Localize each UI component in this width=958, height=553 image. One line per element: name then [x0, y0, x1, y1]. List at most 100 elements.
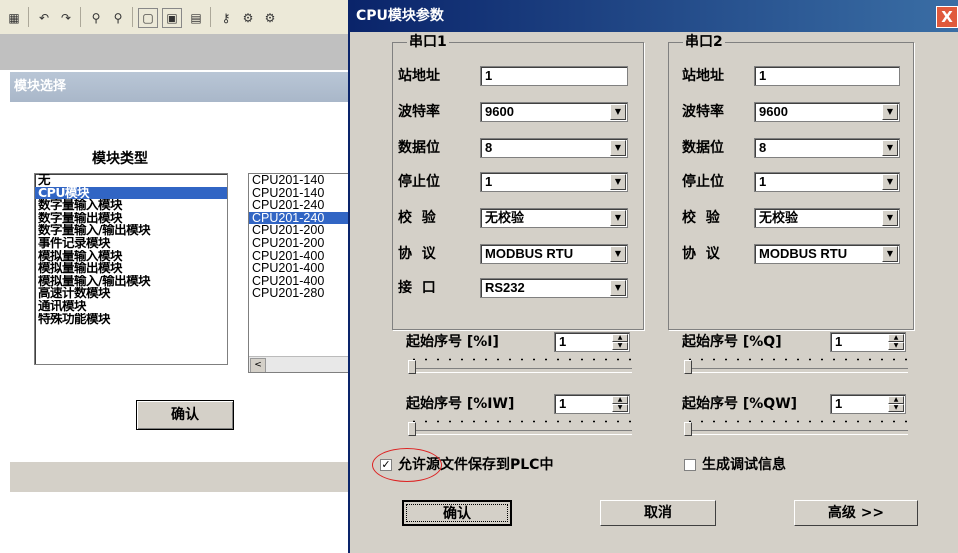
chevron-down-icon[interactable]: ▼: [882, 246, 898, 262]
start-qw-slider[interactable]: [684, 418, 908, 440]
list-item[interactable]: CPU201-200: [249, 237, 351, 250]
port2-parity-select[interactable]: 无校验 ▼: [754, 208, 900, 228]
start-i-spinner[interactable]: 1 ▲ ▼: [554, 332, 630, 352]
port1-station-label: 站地址: [398, 68, 440, 84]
port1-databits-select[interactable]: 8 ▼: [480, 138, 628, 158]
port1-parity-select[interactable]: 无校验 ▼: [480, 208, 628, 228]
chevron-down-icon[interactable]: ▼: [610, 280, 626, 296]
spin-up-icon[interactable]: ▲: [612, 396, 628, 404]
module-select-footer: [10, 462, 350, 492]
cancel-button[interactable]: 取消: [600, 500, 716, 526]
slider-thumb[interactable]: [684, 360, 692, 374]
module-confirm-button[interactable]: 确认: [136, 400, 234, 430]
list-item[interactable]: CPU201-140: [249, 174, 351, 187]
chevron-down-icon[interactable]: ▼: [882, 174, 898, 190]
port2-baud-select[interactable]: 9600 ▼: [754, 102, 900, 122]
spin-up-icon[interactable]: ▲: [888, 334, 904, 342]
toolbar-separator: [28, 7, 29, 27]
binoculars-icon[interactable]: ⚲: [86, 8, 106, 28]
port1-databits-label: 数据位: [398, 140, 440, 156]
start-iw-spinner[interactable]: 1 ▲ ▼: [554, 394, 630, 414]
port1-protocol-select[interactable]: MODBUS RTU ▼: [480, 244, 628, 264]
chevron-down-icon[interactable]: ▼: [610, 210, 626, 226]
port1-baud-value: 9600: [485, 104, 514, 119]
chevron-down-icon[interactable]: ▼: [610, 104, 626, 120]
list-item[interactable]: CPU模块: [35, 186, 227, 200]
chevron-down-icon[interactable]: ▼: [882, 140, 898, 156]
port2-legend: 串口2: [683, 34, 725, 50]
redo-icon[interactable]: ↷: [56, 8, 76, 28]
advanced-button[interactable]: 高级 >>: [794, 500, 918, 526]
start-qw-spinner[interactable]: 1 ▲ ▼: [830, 394, 906, 414]
chevron-down-icon[interactable]: ▼: [610, 246, 626, 262]
spin-up-icon[interactable]: ▲: [612, 334, 628, 342]
port2-protocol-value: MODBUS RTU: [759, 246, 848, 261]
port1-protocol-value: MODBUS RTU: [485, 246, 574, 261]
list-item[interactable]: 模拟量输入/输出模块: [35, 275, 227, 288]
list-item[interactable]: CPU201-280: [249, 287, 351, 300]
start-i-slider[interactable]: [408, 356, 632, 378]
tools2-icon[interactable]: ⚙: [260, 8, 280, 28]
spin-down-icon[interactable]: ▼: [612, 342, 628, 350]
horizontal-scrollbar[interactable]: <: [249, 356, 351, 372]
slider-thumb[interactable]: [408, 360, 416, 374]
port2-protocol-select[interactable]: MODBUS RTU ▼: [754, 244, 900, 264]
chevron-down-icon[interactable]: ▼: [882, 104, 898, 120]
port1-station-input[interactable]: 1: [480, 66, 628, 86]
window-icon[interactable]: ▢: [138, 8, 158, 28]
list-item[interactable]: 无: [35, 174, 227, 187]
search-key-icon[interactable]: ⚷: [216, 8, 236, 28]
port2-station-input[interactable]: 1: [754, 66, 900, 86]
list-item[interactable]: 通讯模块: [35, 300, 227, 313]
confirm-button[interactable]: 确认: [402, 500, 512, 526]
toolbar-separator: [80, 7, 81, 27]
spin-down-icon[interactable]: ▼: [612, 404, 628, 412]
port2-stopbits-value: 1: [759, 174, 767, 189]
find-replace-icon[interactable]: ⚲: [108, 8, 128, 28]
module-select-title: 模块选择: [10, 72, 350, 102]
list-item[interactable]: 数字量输入模块: [35, 199, 227, 212]
list-item[interactable]: CPU201-400: [249, 262, 351, 275]
port1-baud-select[interactable]: 9600 ▼: [480, 102, 628, 122]
tools-icon[interactable]: ⚙: [238, 8, 258, 28]
chevron-down-icon[interactable]: ▼: [610, 174, 626, 190]
start-q-spinner[interactable]: 1 ▲ ▼: [830, 332, 906, 352]
list-item[interactable]: 数字量输出模块: [35, 212, 227, 225]
spin-down-icon[interactable]: ▼: [888, 404, 904, 412]
port1-interface-select[interactable]: RS232 ▼: [480, 278, 628, 298]
list-item[interactable]: 事件记录模块: [35, 237, 227, 250]
list-item[interactable]: 模拟量输入模块: [35, 250, 227, 263]
cpu-model-list[interactable]: CPU201-140 CPU201-140 CPU201-240 CPU201-…: [248, 173, 352, 373]
start-q-slider[interactable]: [684, 356, 908, 378]
slider-thumb[interactable]: [408, 422, 416, 436]
chevron-down-icon[interactable]: ▼: [610, 140, 626, 156]
module-type-label: 模块类型: [92, 151, 148, 167]
image-window-icon[interactable]: ▣: [162, 8, 182, 28]
undo-icon[interactable]: ↶: [34, 8, 54, 28]
port2-databits-select[interactable]: 8 ▼: [754, 138, 900, 158]
list-item[interactable]: 模拟量输出模块: [35, 262, 227, 275]
scroll-left-icon[interactable]: <: [250, 358, 266, 372]
start-iw-slider[interactable]: [408, 418, 632, 440]
port1-databits-value: 8: [485, 140, 493, 155]
slider-ticks: [408, 420, 632, 423]
list-item[interactable]: 特殊功能模块: [35, 313, 227, 326]
chevron-down-icon[interactable]: ▼: [882, 210, 898, 226]
spin-up-icon[interactable]: ▲: [888, 396, 904, 404]
list-item[interactable]: CPU201-240: [249, 199, 351, 212]
spin-down-icon[interactable]: ▼: [888, 342, 904, 350]
port2-stopbits-select[interactable]: 1 ▼: [754, 172, 900, 192]
close-icon[interactable]: X: [936, 6, 958, 28]
module-type-list[interactable]: 无 CPU模块 数字量输入模块 数字量输出模块 数字量输入/输出模块 事件记录模…: [34, 173, 228, 365]
port1-stopbits-select[interactable]: 1 ▼: [480, 172, 628, 192]
list-item[interactable]: 数字量输入/输出模块: [35, 224, 227, 237]
start-qw-label: 起始序号 [%QW]: [682, 396, 798, 412]
list-item[interactable]: 高速计数模块: [35, 287, 227, 300]
debug-info-checkbox[interactable]: [684, 459, 696, 471]
slider-track: [684, 430, 908, 435]
slider-track: [408, 368, 632, 373]
grid-icon[interactable]: ▦: [4, 8, 24, 28]
port1-baud-label: 波特率: [398, 104, 440, 120]
slider-thumb[interactable]: [684, 422, 692, 436]
table-icon[interactable]: ▤: [186, 8, 206, 28]
